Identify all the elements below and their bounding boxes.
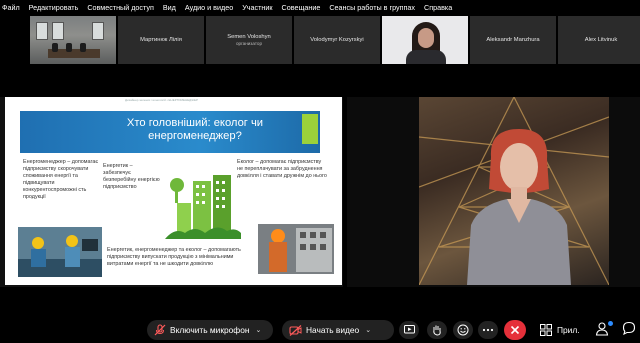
menu-file[interactable]: Файл — [2, 3, 20, 12]
meeting-controls-bar: Включить микрофон ⌄ Начать видео ⌄ Прил. — [0, 316, 640, 343]
speaker-person — [467, 129, 571, 285]
participant-tile-host[interactable]: Semen Voloshyn организатор — [206, 16, 292, 64]
menu-share[interactable]: Совместный доступ — [87, 3, 154, 12]
menu-breakout[interactable]: Сеансы работы в группах — [329, 3, 415, 12]
raise-hand-button[interactable] — [427, 321, 447, 339]
participant-tile[interactable]: Alex Litvinuk — [558, 16, 640, 64]
electrician-photo — [258, 224, 334, 274]
menu-participant[interactable]: Участник — [242, 3, 272, 12]
reactions-button[interactable] — [453, 321, 473, 339]
participant-tile[interactable]: Volodymyr Kozyrskyi — [294, 16, 380, 64]
participants-button[interactable] — [595, 321, 613, 339]
share-screen-icon — [403, 325, 415, 334]
hand-icon — [433, 325, 441, 336]
participant-tile[interactable]: Мартинюк Лілія — [118, 16, 204, 64]
body-shape — [406, 50, 446, 64]
active-speaker-video[interactable] — [347, 97, 640, 287]
participant-name: Semen Voloshyn — [227, 34, 271, 40]
participant-tile-room-video[interactable] — [30, 16, 116, 64]
camera-off-icon — [289, 324, 302, 336]
face-shape — [418, 28, 434, 48]
apps-label: Прил. — [557, 325, 580, 335]
smiley-icon — [457, 324, 469, 336]
room-camera-feed — [30, 16, 116, 64]
chevron-down-icon[interactable]: ⌄ — [365, 326, 371, 334]
microphone-label: Включить микрофон — [170, 325, 250, 335]
participant-role: организатор — [235, 41, 263, 46]
menu-audio-video[interactable]: Аудио и видео — [185, 3, 233, 12]
shared-content-area: Дизайнер зелених технологій • ЕНЕРГОМЕНЕ… — [0, 97, 343, 287]
chair-shape — [52, 43, 58, 52]
window-shape — [52, 22, 64, 40]
menu-bar: Файл Редактировать Совместный доступ Вид… — [0, 0, 640, 14]
close-icon — [510, 325, 520, 335]
apps-button[interactable]: Прил. — [540, 320, 580, 340]
slide-summary: Енергетик, енергоменеджер та еколог – до… — [107, 247, 241, 267]
slide-column-energetic: Енергетик – забезпечує безперебійну енер… — [103, 163, 160, 190]
chair-shape — [66, 43, 72, 52]
woman-camera-feed — [382, 16, 468, 64]
notification-dot — [608, 321, 613, 326]
participant-tile-woman-video[interactable] — [382, 16, 468, 64]
microphone-muted-icon — [154, 324, 166, 336]
slide-column-energy-manager: Енергоменеджер – допомагає підприємству … — [23, 159, 99, 200]
menu-meeting[interactable]: Совещание — [282, 3, 321, 12]
participant-strip: Мартинюк Лілія Semen Voloshyn организато… — [30, 16, 640, 64]
window-shape — [36, 22, 48, 40]
video-label: Начать видео — [306, 325, 360, 335]
virtual-background — [419, 97, 609, 285]
green-city-illustration — [165, 175, 241, 239]
engineers-photo — [18, 227, 102, 277]
apps-grid-icon — [540, 324, 552, 336]
share-content-button[interactable] — [399, 321, 419, 339]
menu-help[interactable]: Справка — [424, 3, 452, 12]
more-dots-icon — [482, 328, 494, 332]
slide-header-caption: Дизайнер зелених технологій • ЕНЕРГОМЕНЕ… — [125, 98, 198, 102]
participant-name: Alex Litvinuk — [584, 37, 618, 43]
participant-tile[interactable]: Aleksandr Manzhura — [470, 16, 556, 64]
slide-title: Хто головніший: еколог чи енергоменеджер… — [126, 117, 264, 142]
menu-edit[interactable]: Редактировать — [29, 3, 79, 12]
presentation-slide: Дизайнер зелених технологій • ЕНЕРГОМЕНЕ… — [5, 97, 342, 285]
chair-shape — [80, 43, 86, 52]
participant-name: Мартинюк Лілія — [140, 37, 182, 43]
participant-name: Aleksandr Manzhura — [486, 37, 540, 43]
unmute-microphone-button[interactable]: Включить микрофон ⌄ — [147, 320, 273, 340]
more-options-button[interactable] — [478, 321, 498, 339]
participant-name: Volodymyr Kozyrskyi — [310, 37, 364, 43]
start-video-button[interactable]: Начать видео ⌄ — [282, 320, 394, 340]
leave-meeting-button[interactable] — [504, 320, 526, 340]
chevron-down-icon[interactable]: ⌄ — [256, 326, 262, 334]
window-shape — [92, 22, 104, 40]
chat-button[interactable] — [622, 321, 638, 339]
slide-column-ecologist: Еколог – допомагає підприємству не переп… — [237, 159, 327, 179]
chat-bubble-icon — [622, 321, 636, 336]
menu-view[interactable]: Вид — [163, 3, 176, 12]
